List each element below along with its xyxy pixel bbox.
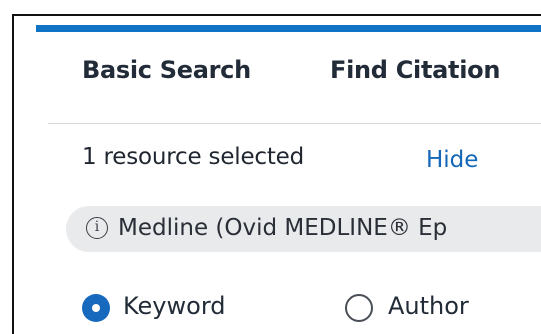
tab-divider	[48, 123, 541, 124]
hide-resources-link[interactable]: Hide	[426, 147, 478, 173]
tab-find-citation[interactable]: Find Citation	[330, 56, 500, 84]
resource-chip-label: Medline (Ovid MEDLINE® Ep	[118, 215, 448, 241]
resources-selected-count: 1 resource selected	[82, 144, 305, 170]
resource-chip-medline[interactable]: i Medline (Ovid MEDLINE® Ep	[66, 206, 541, 252]
search-window: Basic Search Find Citation 1 resource se…	[0, 0, 541, 334]
info-icon[interactable]: i	[86, 217, 108, 239]
author-radio-label[interactable]: Author	[388, 292, 469, 320]
accent-bar	[36, 25, 541, 32]
tab-basic-search[interactable]: Basic Search	[82, 56, 251, 84]
author-radio[interactable]	[345, 294, 373, 322]
keyword-radio[interactable]	[82, 294, 110, 322]
keyword-radio-label[interactable]: Keyword	[123, 292, 226, 320]
